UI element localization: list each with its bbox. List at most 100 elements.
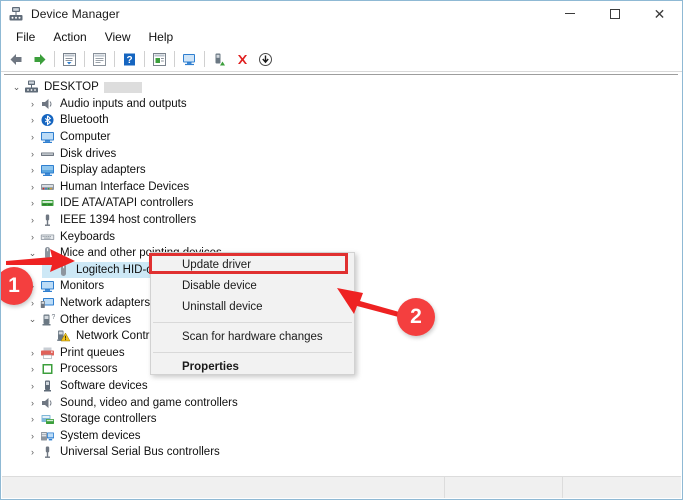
chevron-right-icon[interactable]: ›	[26, 198, 39, 208]
warning-device-icon	[55, 329, 72, 344]
chevron-right-icon[interactable]: ›	[26, 99, 39, 109]
show-hidden-devices-button[interactable]	[148, 48, 171, 70]
menu-help[interactable]: Help	[140, 28, 183, 46]
processor-icon	[39, 362, 56, 377]
chevron-right-icon[interactable]: ›	[26, 398, 39, 408]
tree-item-universal-serial-bus-controllers[interactable]: › Universal Serial Bus controllers	[4, 444, 678, 461]
context-menu-item-properties[interactable]: Properties	[151, 357, 354, 378]
tree-item-disk-drives[interactable]: › Disk drives	[4, 145, 678, 162]
chevron-right-icon[interactable]: ›	[26, 364, 39, 374]
menu-view[interactable]: View	[96, 28, 140, 46]
chevron-right-icon[interactable]: ›	[26, 215, 39, 225]
monitor-icon	[39, 130, 56, 145]
maximize-button[interactable]	[592, 1, 637, 26]
software-device-icon	[39, 378, 56, 393]
minimize-icon	[565, 13, 575, 14]
tree-item-desktop-root[interactable]: ⌄ DESKTOP	[4, 79, 678, 96]
chevron-right-icon[interactable]: ›	[26, 431, 39, 441]
tree-item-label: IEEE 1394 host controllers	[60, 214, 196, 226]
tree-item-display-adapters[interactable]: › Display adapters	[4, 162, 678, 179]
tree-item-human-interface-devices[interactable]: › Human Interface Devices	[4, 179, 678, 196]
help-button[interactable]: ?	[118, 48, 141, 70]
tree-item-label: Display adapters	[60, 164, 146, 176]
device-manager-icon	[8, 6, 24, 22]
redacted-computer-name	[104, 82, 142, 93]
menu-action[interactable]: Action	[44, 28, 95, 46]
context-menu-item-scan-for-hardware-changes[interactable]: Scan for hardware changes	[151, 327, 354, 348]
update-driver-button[interactable]	[88, 48, 111, 70]
tree-item-keyboards[interactable]: › Keyboards	[4, 228, 678, 245]
svg-text:?: ?	[126, 55, 132, 66]
tree-item-audio-inputs-and-outputs[interactable]: › Audio inputs and outputs	[4, 96, 678, 113]
svg-text:?: ?	[52, 314, 56, 321]
status-bar-main	[2, 477, 445, 498]
chevron-right-icon[interactable]: ›	[26, 165, 39, 175]
chevron-right-icon[interactable]: ›	[26, 132, 39, 142]
context-menu-item-disable-device[interactable]: Disable device	[151, 276, 354, 297]
chevron-down-icon[interactable]: ⌄	[26, 314, 39, 325]
toolbar-separator	[84, 51, 85, 67]
status-bar	[2, 476, 681, 498]
keyboard-icon	[39, 229, 56, 244]
computer-root-icon	[23, 80, 40, 95]
tree-item-label: Network adapters	[60, 297, 150, 309]
menu-file[interactable]: File	[7, 28, 44, 46]
window-controls: ✕	[547, 1, 682, 26]
add-legacy-hardware-button[interactable]	[208, 48, 231, 70]
ide-controller-icon	[39, 196, 56, 211]
close-icon: ✕	[654, 7, 666, 21]
audio-speaker-icon	[39, 96, 56, 111]
tree-item-computer[interactable]: › Computer	[4, 129, 678, 146]
back-button[interactable]	[5, 48, 28, 70]
tree-item-label: Audio inputs and outputs	[60, 98, 187, 110]
close-button[interactable]: ✕	[637, 1, 682, 26]
chevron-right-icon[interactable]: ›	[26, 149, 39, 159]
tree-item-bluetooth[interactable]: › Bluetooth	[4, 112, 678, 129]
tree-item-storage-controllers[interactable]: › Storage controllers	[4, 411, 678, 428]
status-bar-segment-2	[563, 477, 681, 498]
tree-item-system-devices[interactable]: › System devices	[4, 427, 678, 444]
printer-icon	[39, 345, 56, 360]
scan-hardware-changes-button[interactable]	[178, 48, 201, 70]
tree-item-software-devices[interactable]: › Software devices	[4, 378, 678, 395]
tree-item-label: System devices	[60, 430, 141, 442]
chevron-right-icon[interactable]: ›	[26, 182, 39, 192]
minimize-button[interactable]	[547, 1, 592, 26]
chevron-right-icon[interactable]: ›	[26, 298, 39, 308]
forward-button[interactable]	[28, 48, 51, 70]
annotation-badge-2: 2	[397, 298, 435, 336]
display-adapter-icon	[39, 163, 56, 178]
tree-item-label: Keyboards	[60, 231, 115, 243]
toolbar-separator	[174, 51, 175, 67]
tree-item-label: Computer	[60, 131, 111, 143]
disable-device-button[interactable]	[254, 48, 277, 70]
tree-item-ide-ata-atapi-controllers[interactable]: › IDE ATA/ATAPI controllers	[4, 195, 678, 212]
device-context-menu[interactable]: Update driver Disable device Uninstall d…	[150, 252, 355, 375]
context-menu-separator	[153, 322, 352, 323]
toolbar-separator	[204, 51, 205, 67]
context-menu-item-uninstall-device[interactable]: Uninstall device	[151, 297, 354, 318]
uninstall-device-button[interactable]	[231, 48, 254, 70]
tree-item-label: Human Interface Devices	[60, 181, 189, 193]
chevron-right-icon[interactable]: ›	[26, 447, 39, 457]
chevron-right-icon[interactable]: ›	[26, 348, 39, 358]
storage-controller-icon	[39, 412, 56, 427]
tree-item-ieee-1394-host-controllers[interactable]: › IEEE 1394 host controllers	[4, 212, 678, 229]
chevron-down-icon[interactable]: ⌄	[10, 82, 23, 93]
title-bar: Device Manager ✕	[1, 1, 682, 26]
properties-button[interactable]	[58, 48, 81, 70]
context-menu-separator	[153, 352, 352, 353]
system-device-icon	[39, 428, 56, 443]
tree-item-label: Print queues	[60, 347, 125, 359]
toolbar-separator	[144, 51, 145, 67]
chevron-right-icon[interactable]: ›	[26, 232, 39, 242]
context-menu-item-update-driver[interactable]: Update driver	[151, 255, 354, 276]
chevron-right-icon[interactable]: ›	[26, 381, 39, 391]
tree-item-sound-video-and-game-controllers[interactable]: › Sound, video and game controllers	[4, 394, 678, 411]
usb-icon	[39, 445, 56, 460]
toolbar-separator	[54, 51, 55, 67]
chevron-right-icon[interactable]: ›	[26, 115, 39, 125]
menu-bar: File Action View Help	[1, 26, 682, 47]
chevron-right-icon[interactable]: ›	[26, 414, 39, 424]
status-bar-segment-1	[445, 477, 563, 498]
